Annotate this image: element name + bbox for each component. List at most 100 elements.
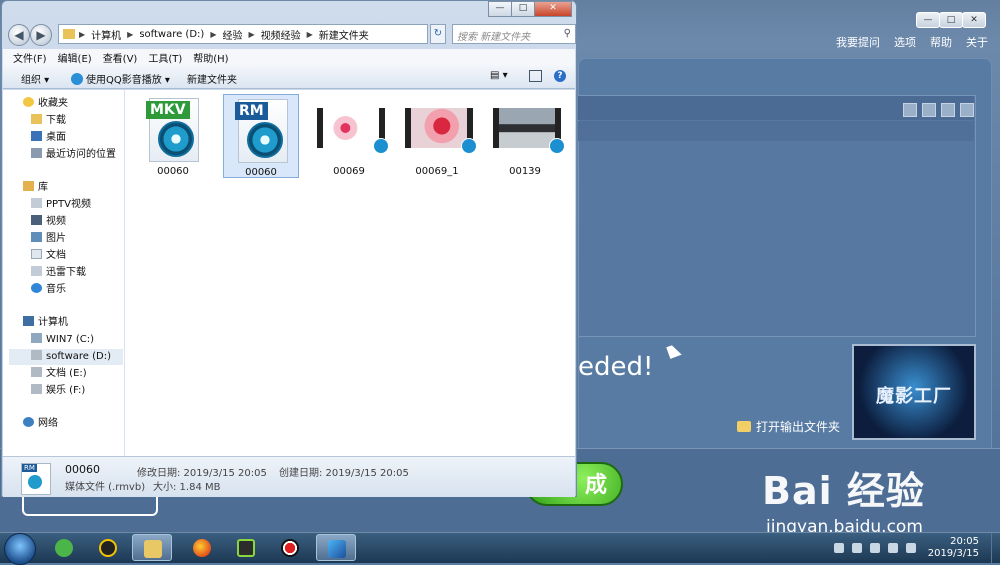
menu-view[interactable]: 查看(V) (103, 50, 138, 65)
file-item-video[interactable]: 00069 (311, 94, 389, 178)
details-modified: 修改日期: 2019/3/15 20:05 (137, 468, 267, 479)
video-library-icon (31, 215, 42, 225)
bg-minimize-button[interactable]: — (916, 12, 940, 28)
nav-computer[interactable]: 计算机 (23, 315, 68, 331)
video-badge-icon (549, 138, 565, 154)
nav-drive-e[interactable]: 文档 (E:) (31, 366, 87, 382)
menu-options[interactable]: 选项 (894, 34, 916, 50)
nav-recent-places[interactable]: 最近访问的位置 (31, 147, 116, 163)
file-item-video[interactable]: 00139 (487, 94, 565, 178)
baidu-logo: Bai 经验 (762, 469, 925, 513)
details-created: 创建日期: 2019/3/15 20:05 (279, 468, 409, 479)
taskbar-app-firefox[interactable] (182, 534, 222, 561)
search-icon: ⚲ (563, 28, 571, 39)
address-bar[interactable]: ▶ 计算机 ▶ software (D:) ▶ 经验 ▶ 视频经验 ▶ 新建文件… (58, 24, 428, 44)
bg-close-button[interactable]: ✕ (962, 12, 986, 28)
nav-desktop[interactable]: 桌面 (31, 130, 66, 146)
desktop-icon (31, 131, 42, 141)
refresh-button[interactable]: ↻ (430, 24, 446, 44)
star-icon (23, 97, 34, 107)
system-drive-icon (31, 333, 42, 343)
library-icon (23, 181, 34, 191)
play-with-qq-button[interactable]: 使用QQ影音播放 ▾ (71, 71, 170, 86)
show-desktop-button[interactable] (991, 533, 1000, 563)
menu-about[interactable]: 关于 (966, 34, 988, 50)
flag-icon[interactable] (851, 543, 862, 553)
panel-button[interactable] (960, 103, 974, 117)
organize-button[interactable]: 组织 ▾ (21, 71, 49, 86)
volume-icon[interactable] (887, 543, 898, 553)
file-name: 00060 (245, 167, 277, 178)
taskbar: 20:05 2019/3/15 (0, 532, 1000, 565)
nav-documents[interactable]: 文档 (31, 248, 66, 264)
back-button[interactable]: ◀ (8, 24, 30, 46)
firefox-icon (193, 539, 211, 557)
taskbar-app-format-factory[interactable] (316, 534, 356, 561)
menu-ask[interactable]: 我要提问 (836, 34, 880, 50)
start-button[interactable] (4, 533, 36, 565)
nav-drive-f[interactable]: 娱乐 (F:) (31, 383, 85, 399)
taskbar-app-media[interactable] (226, 534, 266, 561)
clock-time: 20:05 (950, 536, 979, 547)
rm-file-icon: RM (21, 463, 51, 495)
nav-network[interactable]: 网络 (23, 416, 58, 432)
menu-edit[interactable]: 编辑(E) (58, 50, 92, 65)
nav-libraries[interactable]: 库 (23, 180, 48, 196)
clock[interactable]: 20:05 2019/3/15 (924, 536, 991, 560)
format-factory-icon (328, 540, 346, 558)
menu-tools[interactable]: 工具(T) (148, 50, 182, 65)
panel-button[interactable] (941, 103, 955, 117)
breadcrumb-new-folder[interactable]: 新建文件夹 (319, 27, 369, 42)
preview-pane-button[interactable] (529, 70, 542, 82)
nav-favorites[interactable]: 收藏夹 (23, 96, 68, 112)
nav-drive-c[interactable]: WIN7 (C:) (31, 332, 94, 348)
taskbar-app-360[interactable] (44, 534, 84, 561)
breadcrumb-computer[interactable]: 计算机 (91, 27, 121, 42)
file-list: MKV 00060 RM 00060 00069 00069_1 00139 (125, 90, 575, 456)
nav-drive-d[interactable]: software (D:) (9, 349, 123, 365)
network-icon[interactable] (869, 543, 880, 553)
breadcrumb-drive[interactable]: software (D:) (139, 29, 204, 40)
minimize-button[interactable]: — (488, 1, 512, 17)
nav-pptv[interactable]: PPTV视频 (31, 197, 91, 213)
background-task-subheader (578, 121, 974, 141)
nav-downloads[interactable]: 下载 (31, 113, 66, 129)
menu-help[interactable]: 帮助 (930, 34, 952, 50)
file-name: 00069_1 (415, 166, 459, 177)
nav-videos[interactable]: 视频 (31, 214, 66, 230)
menu-file[interactable]: 文件(F) (13, 50, 47, 65)
change-view-button[interactable]: ▤ ▾ (490, 70, 508, 81)
video-thumbnail (493, 108, 565, 154)
nav-music[interactable]: 音乐 (31, 282, 66, 298)
help-icon[interactable]: ? (554, 70, 566, 82)
new-folder-button[interactable]: 新建文件夹 (187, 71, 237, 86)
taskbar-app-recorder[interactable] (270, 534, 310, 561)
taskbar-app-explorer[interactable] (132, 534, 172, 561)
bg-maximize-button[interactable]: □ (939, 12, 963, 28)
panel-button[interactable] (903, 103, 917, 117)
drive-icon (31, 384, 42, 394)
breadcrumb-video-jingyan[interactable]: 视频经验 (261, 27, 301, 42)
video-badge-icon (373, 138, 389, 154)
file-item-mkv[interactable]: MKV 00060 (135, 94, 211, 178)
close-button[interactable]: ✕ (534, 1, 572, 17)
nav-pictures[interactable]: 图片 (31, 231, 66, 247)
nav-thunder[interactable]: 迅雷下载 (31, 265, 86, 281)
download-folder-icon (31, 114, 42, 124)
sound-icon[interactable] (905, 543, 916, 553)
qq-icon (99, 539, 117, 557)
file-item-video[interactable]: 00069_1 (399, 94, 477, 178)
open-output-folder-link[interactable]: 打开输出文件夹 (737, 418, 840, 435)
keyboard-icon[interactable] (833, 543, 844, 553)
file-item-rm[interactable]: RM 00060 (223, 94, 299, 178)
forward-button[interactable]: ▶ (30, 24, 52, 46)
explorer-window: — □ ✕ ◀ ▶ ▶ 计算机 ▶ software (D:) ▶ 经验 ▶ 视… (1, 0, 577, 497)
taskbar-app-qq[interactable] (88, 534, 128, 561)
navigation-bar: ◀ ▶ ▶ 计算机 ▶ software (D:) ▶ 经验 ▶ 视频经验 ▶ … (6, 23, 576, 47)
panel-button[interactable] (922, 103, 936, 117)
menu-help[interactable]: 帮助(H) (193, 50, 228, 65)
maximize-button[interactable]: □ (511, 1, 535, 17)
breadcrumb-jingyan[interactable]: 经验 (222, 27, 242, 42)
search-input[interactable]: 搜索 新建文件夹 ⚲ (452, 24, 576, 44)
network-icon (23, 417, 34, 427)
